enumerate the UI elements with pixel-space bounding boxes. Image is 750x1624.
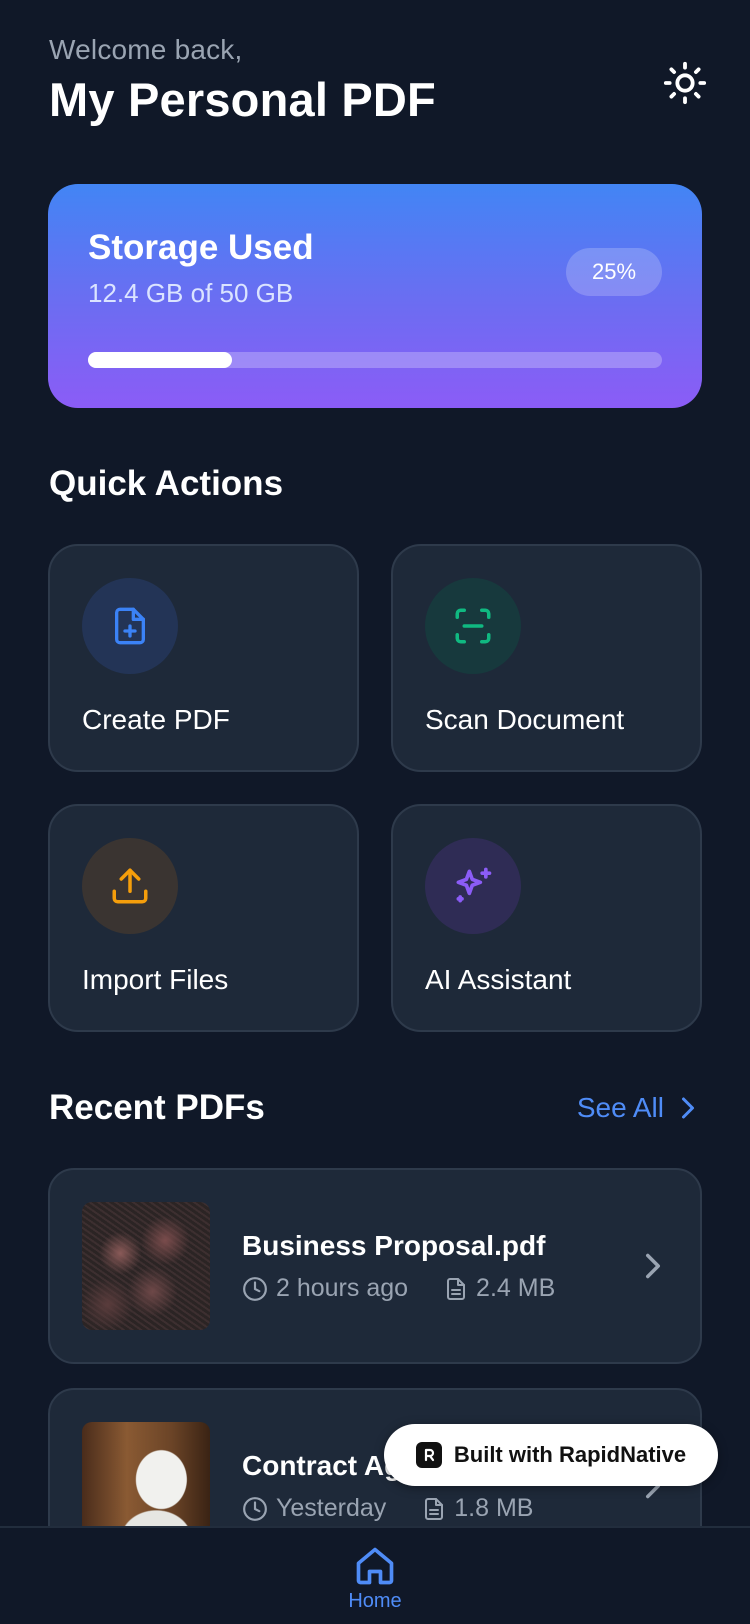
storage-card[interactable]: Storage Used 12.4 GB of 50 GB 25%: [48, 184, 702, 408]
file-icon: [447, 1277, 466, 1300]
recent-pdfs-title: Recent PDFs: [49, 1088, 265, 1127]
chevron-right-icon: [682, 1097, 694, 1119]
storage-progress-fill: [88, 352, 232, 368]
quick-actions-grid: Create PDF Scan Document Import Files AI…: [48, 544, 702, 1032]
pdf-size: 2.4 MB: [476, 1274, 556, 1302]
upload-icon: [82, 838, 178, 934]
pdf-size: 1.8 MB: [454, 1494, 534, 1522]
sparkles-icon: [425, 838, 521, 934]
pdf-meta: Yesterday 1.8 MB: [242, 1494, 533, 1523]
action-label: Import Files: [82, 964, 229, 995]
rapidnative-logo-icon: [415, 1442, 442, 1468]
action-label: AI Assistant: [425, 964, 572, 995]
chevron-right-icon: [646, 1253, 660, 1279]
action-label: Create PDF: [82, 704, 230, 735]
scan-document-button[interactable]: Scan Document: [391, 544, 702, 772]
ai-assistant-button[interactable]: AI Assistant: [391, 804, 702, 1032]
clock-icon: [243, 1276, 267, 1301]
pdf-thumbnail: [82, 1202, 210, 1330]
see-all-link[interactable]: See All: [577, 1092, 698, 1124]
tab-home[interactable]: Home: [340, 1544, 410, 1613]
welcome-text: Welcome back,: [49, 34, 243, 65]
pdf-meta: 2 hours ago 2.4 MB: [242, 1274, 555, 1303]
pdf-time: Yesterday: [276, 1494, 387, 1522]
theme-toggle-button[interactable]: [660, 58, 710, 108]
header: Welcome back, My Personal PDF: [49, 34, 710, 134]
badge-label: Built with RapidNative: [453, 1442, 687, 1467]
create-pdf-button[interactable]: Create PDF: [48, 544, 359, 772]
pdf-name: Business Proposal.pdf: [242, 1230, 546, 1261]
file-icon: [425, 1497, 444, 1520]
clock-icon: [243, 1496, 267, 1521]
pdf-time: 2 hours ago: [276, 1274, 409, 1302]
storage-progress-bar: [88, 352, 662, 368]
scan-icon: [425, 578, 521, 674]
tab-home-label: Home: [348, 1590, 402, 1612]
home-icon: [356, 1547, 394, 1585]
import-files-button[interactable]: Import Files: [48, 804, 359, 1032]
pdf-list-item[interactable]: Business Proposal.pdf 2 hours ago 2.4 MB: [48, 1168, 702, 1364]
quick-actions-title: Quick Actions: [49, 464, 284, 503]
storage-percent-badge: 25%: [566, 248, 662, 296]
built-with-badge[interactable]: Built with RapidNative: [384, 1424, 718, 1486]
pdf-name: Contract Ag: [242, 1450, 402, 1481]
tab-bar: Home: [0, 1526, 750, 1624]
sun-icon: [663, 61, 707, 105]
page-title: My Personal PDF: [49, 73, 436, 126]
see-all-label: See All: [576, 1092, 664, 1123]
file-plus-icon: [82, 578, 178, 674]
action-label: Scan Document: [425, 704, 625, 735]
